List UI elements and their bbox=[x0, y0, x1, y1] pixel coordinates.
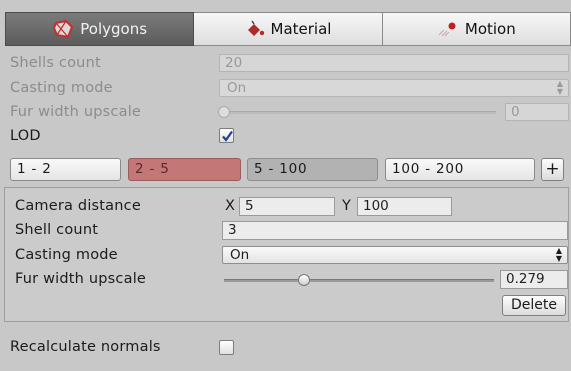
casting-mode-label: Casting mode bbox=[10, 80, 113, 96]
lod-fur-width-label: Fur width upscale bbox=[15, 271, 147, 287]
lod-range-label: 1 - 2 bbox=[17, 161, 52, 177]
casting-mode-row: Casting mode On ▲ ▼ bbox=[0, 77, 571, 99]
lod-fur-width-slider-track[interactable] bbox=[224, 279, 494, 282]
add-range-button[interactable]: + bbox=[541, 158, 564, 181]
camera-distance-label: Camera distance bbox=[15, 198, 141, 214]
lod-row: LOD bbox=[0, 125, 571, 147]
lod-label: LOD bbox=[10, 128, 41, 144]
shell-count-label: Shell count bbox=[15, 222, 99, 238]
lod-fur-width-row: Fur width upscale 0.279 bbox=[0, 268, 571, 290]
fur-width-slider-thumb[interactable] bbox=[218, 106, 230, 118]
lod-range-2[interactable]: 2 - 5 bbox=[128, 158, 241, 181]
shell-count-row: Shell count 3 bbox=[0, 219, 571, 241]
fur-width-slider-track[interactable] bbox=[224, 111, 496, 114]
lod-range-label: 2 - 5 bbox=[135, 161, 170, 177]
lod-range-label: 100 - 200 bbox=[392, 161, 465, 177]
motion-icon bbox=[437, 20, 459, 38]
fur-width-upscale-row: Fur width upscale 0 bbox=[0, 101, 571, 123]
lod-casting-mode-value: On bbox=[230, 247, 250, 263]
select-arrows-icon: ▲ ▼ bbox=[556, 79, 563, 96]
x-label: X bbox=[225, 198, 235, 214]
lod-casting-mode-row: Casting mode On ▲ ▼ bbox=[0, 244, 571, 266]
camera-distance-row: Camera distance X 5 Y 100 bbox=[0, 195, 571, 217]
material-icon bbox=[245, 20, 265, 38]
recalculate-normals-label: Recalculate normals bbox=[10, 339, 161, 355]
delete-button[interactable]: Delete bbox=[502, 295, 566, 316]
lod-casting-mode-label: Casting mode bbox=[15, 247, 118, 263]
lod-range-label: 5 - 100 bbox=[254, 161, 308, 177]
fur-width-upscale-label: Fur width upscale bbox=[10, 104, 142, 120]
shells-count-row: Shells count 20 bbox=[0, 52, 571, 74]
lod-range-4[interactable]: 100 - 200 bbox=[385, 158, 535, 181]
select-arrows-icon: ▲ ▼ bbox=[555, 246, 562, 263]
checkmark-icon bbox=[222, 130, 233, 142]
lod-fur-width-slider-thumb[interactable] bbox=[297, 274, 310, 286]
lod-fur-width-field[interactable]: 0.279 bbox=[500, 270, 568, 289]
shells-count-field[interactable]: 20 bbox=[219, 54, 569, 72]
camera-distance-y-field[interactable]: 100 bbox=[357, 197, 452, 216]
camera-distance-x-field[interactable]: 5 bbox=[239, 197, 335, 216]
lod-range-1[interactable]: 1 - 2 bbox=[10, 158, 121, 181]
recalculate-normals-row: Recalculate normals bbox=[0, 336, 571, 358]
tab-material[interactable]: Material bbox=[194, 12, 383, 46]
y-label: Y bbox=[342, 198, 351, 214]
recalculate-normals-checkbox[interactable] bbox=[219, 340, 234, 355]
tab-label: Polygons bbox=[80, 20, 148, 38]
shells-count-label: Shells count bbox=[10, 55, 101, 71]
tab-bar: Polygons Material Motion bbox=[5, 12, 571, 46]
lod-casting-mode-select[interactable]: On ▲ ▼ bbox=[222, 246, 568, 264]
tab-polygons[interactable]: Polygons bbox=[5, 12, 195, 46]
casting-mode-value: On bbox=[227, 80, 247, 96]
tab-label: Material bbox=[270, 20, 332, 38]
lod-range-3[interactable]: 5 - 100 bbox=[247, 158, 378, 181]
tab-motion[interactable]: Motion bbox=[382, 12, 571, 46]
tab-label: Motion bbox=[464, 20, 516, 38]
casting-mode-select[interactable]: On ▲ ▼ bbox=[219, 79, 569, 97]
fur-width-upscale-field[interactable]: 0 bbox=[505, 103, 569, 121]
shell-count-field[interactable]: 3 bbox=[222, 221, 568, 240]
polygons-icon bbox=[52, 19, 74, 39]
lod-checkbox[interactable] bbox=[219, 128, 234, 143]
